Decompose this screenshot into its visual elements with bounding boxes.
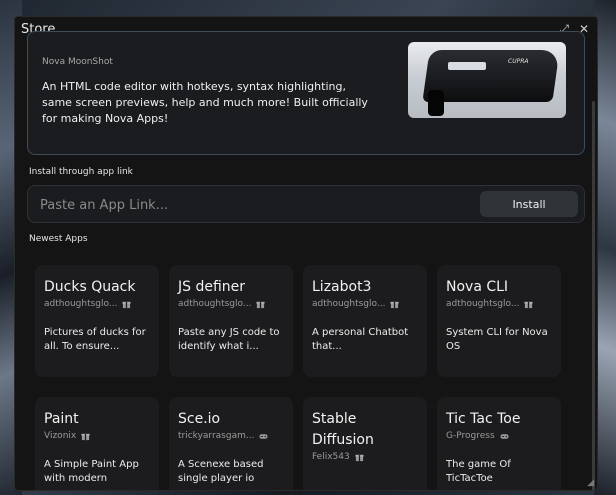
app-card[interactable]: Sce.io trickyarrasgam... A Scenexe based… — [169, 397, 293, 490]
car-headlight — [448, 62, 486, 70]
app-developer: adthoughtsglo... — [44, 299, 118, 309]
car-wheel — [428, 90, 444, 116]
app-description: A personal Chatbot that... — [312, 327, 409, 352]
gamepad-icon — [500, 433, 509, 439]
gift-icon — [355, 454, 364, 461]
gamepad-icon — [259, 433, 268, 439]
install-button[interactable]: Install — [480, 191, 578, 217]
app-developer: adthoughtsglo... — [312, 299, 386, 309]
app-developer: trickyarrasgam... — [178, 431, 255, 441]
app-name: JS definer — [178, 279, 246, 295]
app-link-input[interactable] — [40, 195, 460, 215]
app-card[interactable]: Ducks Quack adthoughtsglo... Pictures of… — [35, 265, 159, 377]
gift-icon — [81, 433, 90, 440]
featured-image: CUPRA — [408, 42, 566, 118]
app-meta: Felix543 — [312, 452, 418, 462]
app-name: Stable Diffusion — [312, 411, 374, 448]
app-description: A Scenexe based single player io — [178, 459, 264, 484]
newest-apps-grid: Ducks Quack adthoughtsglo... Pictures of… — [35, 265, 565, 490]
app-developer: adthoughtsglo... — [178, 299, 252, 309]
car-logo-text: CUPRA — [508, 58, 529, 65]
gift-icon — [122, 301, 132, 308]
app-developer: Vizonix — [44, 431, 77, 441]
app-meta: adthoughtsglo... — [312, 299, 418, 309]
app-description: System CLI for Nova OS — [446, 327, 548, 352]
app-meta: adthoughtsglo... — [44, 299, 150, 309]
app-meta: adthoughtsglo... — [178, 299, 284, 309]
gift-icon — [524, 301, 534, 308]
app-name: Tic Tac Toe — [446, 411, 521, 427]
store-window: Store ⤢ ✕ Nova MoonShot An HTML code edi… — [14, 16, 598, 491]
app-link-box: Install — [27, 185, 585, 223]
app-developer: adthoughtsglo... — [446, 299, 520, 309]
scrollbar[interactable] — [592, 101, 595, 490]
app-description: Paste any JS code to identify what i... — [178, 327, 280, 352]
app-card[interactable]: Paint Vizonix A Simple Paint App with mo… — [35, 397, 159, 490]
featured-description: An HTML code editor with hotkeys, syntax… — [42, 80, 368, 125]
gift-icon — [390, 301, 400, 308]
app-name: Ducks Quack — [44, 279, 136, 295]
app-card[interactable]: Stable Diffusion Felix543 — [303, 397, 427, 490]
app-meta: trickyarrasgam... — [178, 431, 284, 441]
store-content[interactable]: Nova MoonShot An HTML code editor with h… — [15, 31, 597, 490]
app-name: Lizabot3 — [312, 279, 372, 295]
app-card[interactable]: Tic Tac Toe G-Progress The game Of TicTa… — [437, 397, 561, 490]
resize-handle-icon[interactable]: ◢ — [587, 478, 594, 488]
app-card[interactable]: Lizabot3 adthoughtsglo... A personal Cha… — [303, 265, 427, 377]
app-description: A Simple Paint App with modern — [44, 459, 139, 484]
featured-app-banner[interactable]: Nova MoonShot An HTML code editor with h… — [27, 31, 585, 155]
featured-developer: Nova MoonShot — [42, 57, 113, 67]
app-description: The game Of TicTacToe — [446, 459, 511, 484]
app-meta: G-Progress — [446, 431, 552, 441]
app-developer: G-Progress — [446, 431, 495, 441]
app-card[interactable]: JS definer adthoughtsglo... Paste any JS… — [169, 265, 293, 377]
app-developer: Felix543 — [312, 452, 350, 462]
app-name: Paint — [44, 411, 79, 427]
app-name: Sce.io — [178, 411, 221, 427]
newest-apps-label: Newest Apps — [29, 234, 88, 244]
app-card[interactable]: Nova CLI adthoughtsglo... System CLI for… — [437, 265, 561, 377]
gift-icon — [256, 301, 266, 308]
app-meta: adthoughtsglo... — [446, 299, 552, 309]
app-name: Nova CLI — [446, 279, 509, 295]
app-meta: Vizonix — [44, 431, 150, 441]
install-section-label: Install through app link — [29, 167, 133, 177]
app-description: Pictures of ducks for all. To ensure... — [44, 327, 146, 352]
